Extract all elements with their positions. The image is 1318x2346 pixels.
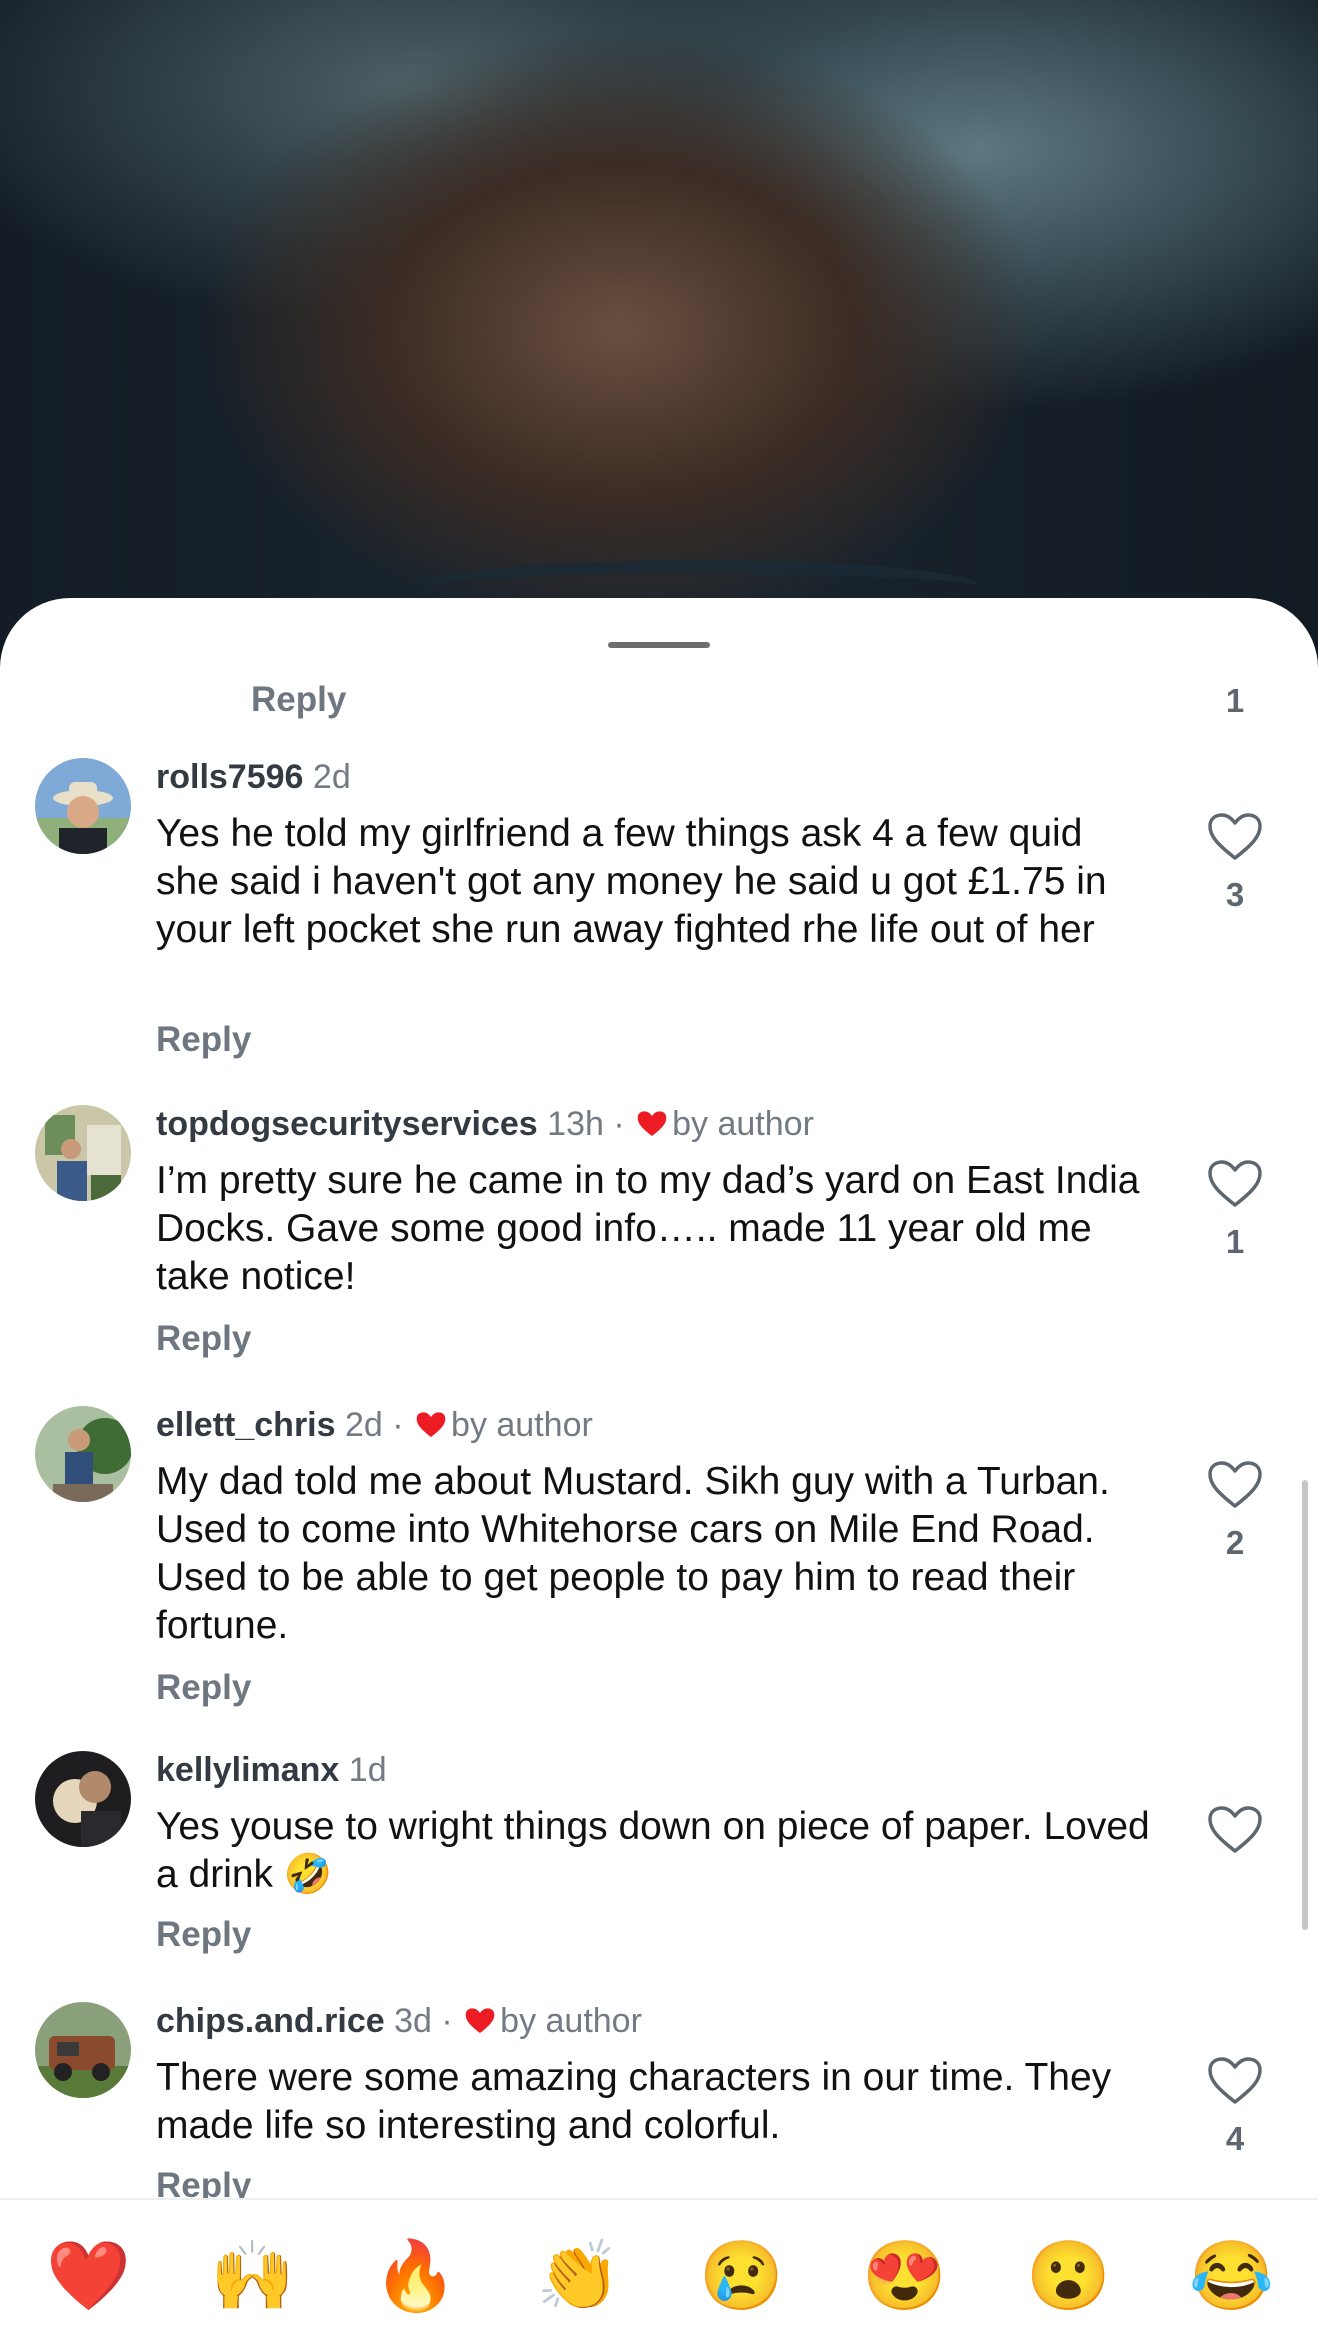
like-count: 4 — [1225, 2120, 1245, 2157]
like-count: 1 — [1225, 682, 1245, 719]
author-tag: by author — [451, 1406, 593, 1444]
comment-time: 1d — [348, 1751, 387, 1789]
reply-button[interactable]: Reply — [156, 1668, 251, 1708]
comment-text: There were some amazing characters in ou… — [156, 2056, 1112, 2147]
emoji-clapping-hands[interactable]: 👏 — [536, 2236, 621, 2316]
separator: · — [441, 2002, 453, 2040]
comment-meta: topdogsecurityservices 13h · by author — [156, 1105, 814, 1144]
reply-button[interactable]: Reply — [156, 1319, 251, 1359]
sheet-drag-handle[interactable] — [608, 642, 710, 648]
emoji-tears-of-joy[interactable]: 😂 — [1189, 2236, 1274, 2316]
heart-outline-icon[interactable] — [1207, 1159, 1263, 1209]
comment-username[interactable]: topdogsecurityservices — [156, 1105, 538, 1143]
comment-time: 2d — [344, 1406, 383, 1444]
like-count: 2 — [1225, 1524, 1245, 1561]
separator: · — [392, 1406, 404, 1444]
comment-meta: ellett_chris 2d · by author — [156, 1406, 593, 1445]
comment-text: Yes he told my girlfriend a few things a… — [156, 812, 1107, 951]
comment-item: kellylimanx 1d Yes youse to wright thing… — [0, 1751, 1318, 1961]
author-liked-heart-icon — [636, 1109, 668, 1139]
heart-outline-icon[interactable] — [1207, 1460, 1263, 1510]
comment-time: 2d — [312, 758, 351, 796]
comment-meta: rolls7596 2d — [156, 758, 351, 797]
emoji-raising-hands[interactable]: 🙌 — [210, 2236, 295, 2316]
comment-item: ellett_chris 2d · by author My dad told … — [0, 1406, 1318, 1716]
comment-username[interactable]: kellylimanx — [156, 1751, 339, 1789]
comment-text: Yes youse to wright things down on piece… — [156, 1805, 1150, 1896]
like-count: 3 — [1225, 876, 1245, 913]
emoji-red-heart[interactable]: ❤️ — [46, 2236, 131, 2316]
author-liked-heart-icon — [464, 2006, 496, 2036]
author-tag: by author — [672, 1105, 814, 1143]
heart-outline-icon[interactable] — [1207, 812, 1263, 862]
avatar[interactable] — [35, 2002, 131, 2098]
comment-meta: kellylimanx 1d — [156, 1751, 387, 1790]
scrollbar[interactable] — [1302, 1480, 1308, 1930]
comment-username[interactable]: ellett_chris — [156, 1406, 336, 1444]
emoji-reaction-bar: ❤️ 🙌 🔥 👏 😢 😍 😮 😂 — [0, 2198, 1318, 2346]
comment-text: I’m pretty sure he came in to my dad’s y… — [156, 1159, 1140, 1298]
video-background[interactable] — [0, 0, 1318, 640]
comment-username[interactable]: chips.and.rice — [156, 2002, 385, 2040]
comment-username[interactable]: rolls7596 — [156, 758, 303, 796]
comment-time: 3d — [394, 2002, 432, 2040]
heart-outline-icon[interactable] — [1207, 1805, 1263, 1855]
like-count: 1 — [1225, 1223, 1245, 1260]
emoji-crying-face[interactable]: 😢 — [699, 2236, 784, 2316]
reply-button[interactable]: Reply — [251, 680, 346, 720]
comments-sheet: Reply 1 rolls7596 2d Yes he told my girl… — [0, 598, 1318, 2346]
reply-button[interactable]: Reply — [156, 1020, 251, 1060]
author-tag: by author — [500, 2002, 642, 2040]
author-liked-heart-icon — [415, 1410, 447, 1440]
avatar[interactable] — [35, 1406, 131, 1502]
separator: · — [613, 1105, 625, 1143]
reply-button[interactable]: Reply — [156, 1915, 251, 1955]
comment-item: topdogsecurityservices 13h · by author I… — [0, 1105, 1318, 1365]
emoji-surprised-face[interactable]: 😮 — [1026, 2236, 1111, 2316]
comment-text: My dad told me about Mustard. Sikh guy w… — [156, 1460, 1110, 1647]
emoji-heart-eyes[interactable]: 😍 — [862, 2236, 947, 2316]
comment-item: rolls7596 2d Yes he told my girlfriend a… — [0, 758, 1318, 1060]
comment-time: 13h — [547, 1105, 604, 1143]
emoji-fire[interactable]: 🔥 — [373, 2236, 458, 2316]
heart-outline-icon[interactable] — [1207, 2056, 1263, 2106]
avatar[interactable] — [35, 1751, 131, 1847]
avatar[interactable] — [35, 758, 131, 854]
avatar[interactable] — [35, 1105, 131, 1201]
comment-meta: chips.and.rice 3d · by author — [156, 2002, 642, 2041]
